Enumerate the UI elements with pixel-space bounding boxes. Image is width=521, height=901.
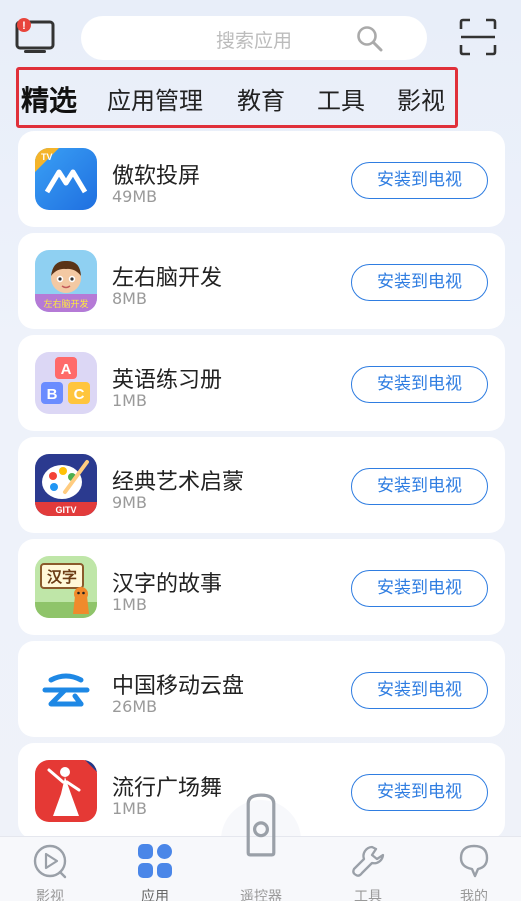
nav-apps[interactable]: 应用 xyxy=(120,837,190,901)
svg-text:A: A xyxy=(61,361,72,378)
list-item[interactable]: 汉字 汉字的故事 1MB 安装到电视 xyxy=(18,539,505,635)
app-name: 经典艺术启蒙 xyxy=(112,470,245,495)
tab-video[interactable]: 影视 xyxy=(397,81,445,116)
top-bar: ! 搜索应用 xyxy=(0,0,521,70)
install-to-tv-button[interactable]: 安装到电视 xyxy=(351,672,488,709)
app-size: 1MB xyxy=(112,391,147,410)
app-name: 中国移动云盘 xyxy=(112,674,245,699)
nav-tools[interactable]: 工具 xyxy=(333,837,403,901)
install-to-tv-button[interactable]: 安装到电视 xyxy=(351,468,488,505)
nav-label: 应用 xyxy=(141,889,169,901)
bottom-nav: 影视 应用 遥控器 工具 我的 xyxy=(0,793,521,901)
svg-text:C: C xyxy=(74,386,85,403)
install-to-tv-button[interactable]: 安装到电视 xyxy=(351,774,488,811)
list-item[interactable]: TV 傲软投屏 49MB 安装到电视 xyxy=(18,131,505,227)
app-name: 汉字的故事 xyxy=(112,572,223,597)
install-to-tv-button[interactable]: 安装到电视 xyxy=(351,162,488,199)
tab-featured[interactable]: 精选 xyxy=(21,79,77,119)
tab-education[interactable]: 教育 xyxy=(237,81,285,116)
install-to-tv-button[interactable]: 安装到电视 xyxy=(351,570,488,607)
nav-mine[interactable]: 我的 xyxy=(439,837,509,901)
search-bar[interactable]: 搜索应用 xyxy=(81,16,427,60)
app-size: 1MB xyxy=(112,799,147,818)
app-size: 49MB xyxy=(112,187,158,206)
nav-label: 影视 xyxy=(36,889,64,901)
svg-text:GITV: GITV xyxy=(55,505,76,515)
remote-control-icon xyxy=(246,793,276,857)
install-to-tv-button[interactable]: 安装到电视 xyxy=(351,366,488,403)
app-name: 英语练习册 xyxy=(112,368,223,393)
notification-badge: ! xyxy=(22,20,26,32)
app-name: 傲软投屏 xyxy=(112,164,201,189)
app-name: 流行广场舞 xyxy=(112,776,223,801)
app-size: 1MB xyxy=(112,595,147,614)
app-size: 8MB xyxy=(112,289,147,308)
wrench-icon xyxy=(352,845,385,877)
svg-text:汉字: 汉字 xyxy=(47,568,77,586)
svg-text:TV: TV xyxy=(41,152,53,162)
search-icon[interactable] xyxy=(355,24,385,54)
scan-icon[interactable] xyxy=(459,18,497,56)
video-play-icon xyxy=(33,844,67,879)
tab-app-management[interactable]: 应用管理 xyxy=(107,81,203,116)
app-size: 26MB xyxy=(112,697,158,716)
list-item[interactable]: GITV 经典艺术启蒙 9MB 安装到电视 xyxy=(18,437,505,533)
tv-connect-icon[interactable]: ! xyxy=(14,16,58,60)
abc-blocks-icon: A B C xyxy=(35,352,97,414)
app-size: 9MB xyxy=(112,493,147,512)
square-dance-icon xyxy=(35,760,97,822)
app-name: 左右脑开发 xyxy=(112,266,223,291)
nav-video[interactable]: 影视 xyxy=(15,837,85,901)
apps-grid-icon xyxy=(138,844,172,878)
nav-remote[interactable]: 遥控器 xyxy=(226,793,296,901)
list-item[interactable]: 中国移动云盘 26MB 安装到电视 xyxy=(18,641,505,737)
install-to-tv-button[interactable]: 安装到电视 xyxy=(351,264,488,301)
chinese-characters-icon: 汉字 xyxy=(35,556,97,618)
brain-dev-icon: 左右脑开发 xyxy=(35,250,97,312)
nav-label: 我的 xyxy=(460,889,488,901)
category-tabs: 精选 应用管理 教育 工具 影视 xyxy=(16,67,458,128)
list-item[interactable]: A B C 英语练习册 1MB 安装到电视 xyxy=(18,335,505,431)
svg-text:B: B xyxy=(47,386,58,403)
profile-icon xyxy=(459,844,489,878)
nav-label: 遥控器 xyxy=(240,889,282,901)
cloud-disk-icon xyxy=(35,658,97,720)
list-item[interactable]: 左右脑开发 左右脑开发 8MB 安装到电视 xyxy=(18,233,505,329)
aoruan-cast-icon: TV xyxy=(35,148,97,210)
svg-text:左右脑开发: 左右脑开发 xyxy=(43,298,88,310)
tab-tools[interactable]: 工具 xyxy=(317,81,365,116)
nav-label: 工具 xyxy=(354,889,382,901)
art-palette-icon: GITV xyxy=(35,454,97,516)
